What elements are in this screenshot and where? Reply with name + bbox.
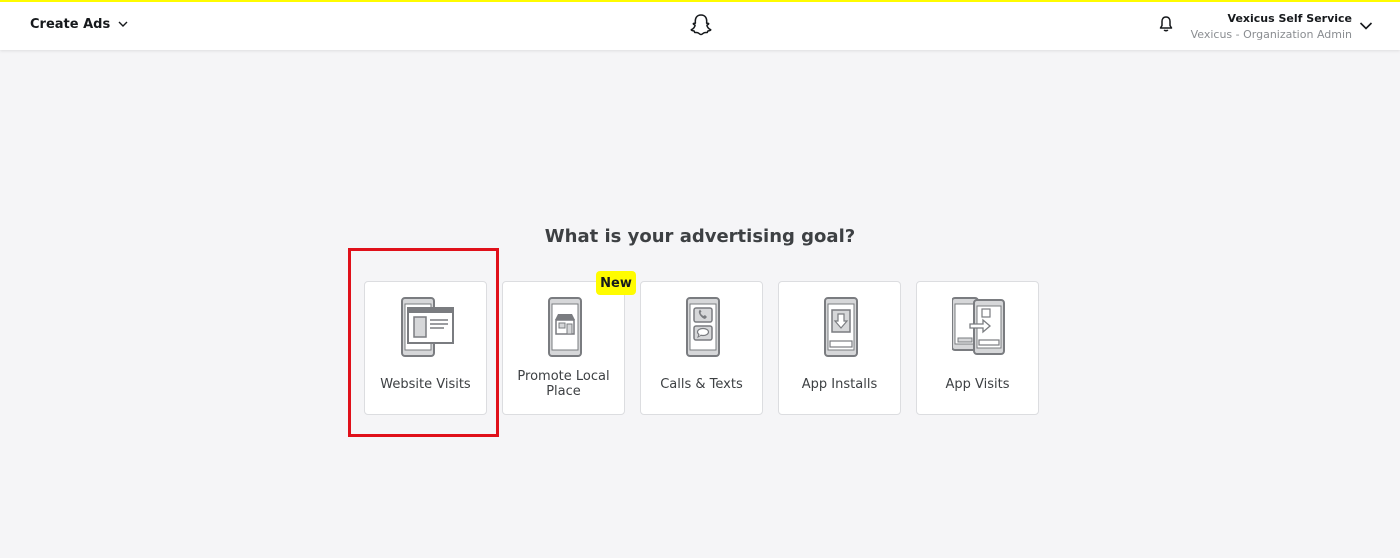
goal-card-app-visits[interactable]: App Visits: [916, 281, 1039, 415]
goal-card-calls-texts[interactable]: Calls & Texts: [640, 281, 763, 415]
account-name: Vexicus Self Service: [1227, 12, 1352, 25]
goal-label-app-installs: App Installs: [801, 376, 878, 392]
website-visits-icon: [401, 297, 454, 357]
page-title: What is your advertising goal?: [544, 226, 856, 247]
goal-label-website-visits: Website Visits: [380, 376, 471, 392]
goal-label-promote-local-place: Promote Local Place: [517, 369, 610, 399]
new-badge: New: [596, 271, 636, 295]
promote-local-place-icon: [548, 297, 582, 357]
goal-card-website-visits[interactable]: Website Visits: [364, 281, 487, 415]
goal-card-app-installs[interactable]: App Installs: [778, 281, 901, 415]
create-ads-menu[interactable]: Create Ads: [30, 17, 128, 32]
snapchat-ghost-icon[interactable]: [689, 13, 713, 38]
goal-label-calls-texts: Calls & Texts: [660, 376, 743, 392]
chevron-down-icon: [118, 21, 128, 27]
create-ads-label: Create Ads: [30, 17, 111, 32]
app-visits-icon: [952, 297, 1005, 355]
chevron-down-icon[interactable]: [1359, 19, 1373, 33]
goal-card-promote-local-place[interactable]: Promote Local Place: [502, 281, 625, 415]
notification-bell-icon[interactable]: [1158, 15, 1174, 33]
account-role: Vexicus - Organization Admin: [1190, 28, 1352, 41]
top-bar: Create Ads Vexicus Self Service Vexicus …: [0, 0, 1400, 50]
app-installs-icon: [824, 297, 858, 357]
account-switcher[interactable]: Vexicus Self Service Vexicus - Organizat…: [1191, 11, 1352, 43]
goal-label-app-visits: App Visits: [945, 376, 1010, 392]
calls-texts-icon: [686, 297, 720, 357]
